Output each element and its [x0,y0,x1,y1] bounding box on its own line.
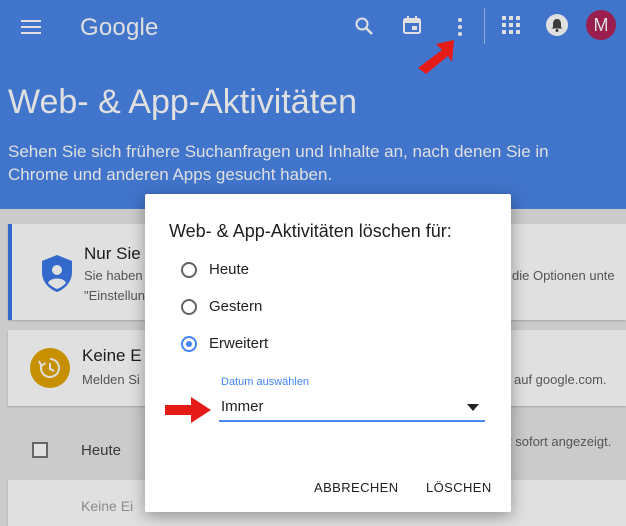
date-range-value: Immer [221,398,264,415]
radio-yesterday-label[interactable]: Gestern [209,298,262,315]
date-range-select[interactable]: Immer [219,398,485,422]
radio-advanced-label[interactable]: Erweitert [209,335,268,352]
radio-today-label[interactable]: Heute [209,261,249,278]
radio-yesterday[interactable] [181,299,197,315]
radio-advanced[interactable] [181,336,197,352]
dropdown-arrow-icon [467,404,479,411]
delete-activity-dialog: Web- & App-Aktivitäten löschen für: Heut… [145,194,511,512]
date-select-label: Datum auswählen [221,376,310,388]
radio-today[interactable] [181,262,197,278]
annotation-arrow-date-select [165,396,211,424]
cancel-button[interactable]: ABBRECHEN [314,480,399,495]
annotation-arrow-more-icon [416,40,456,76]
dialog-title: Web- & App-Aktivitäten löschen für: [169,221,452,241]
delete-button[interactable]: LÖSCHEN [426,480,492,495]
